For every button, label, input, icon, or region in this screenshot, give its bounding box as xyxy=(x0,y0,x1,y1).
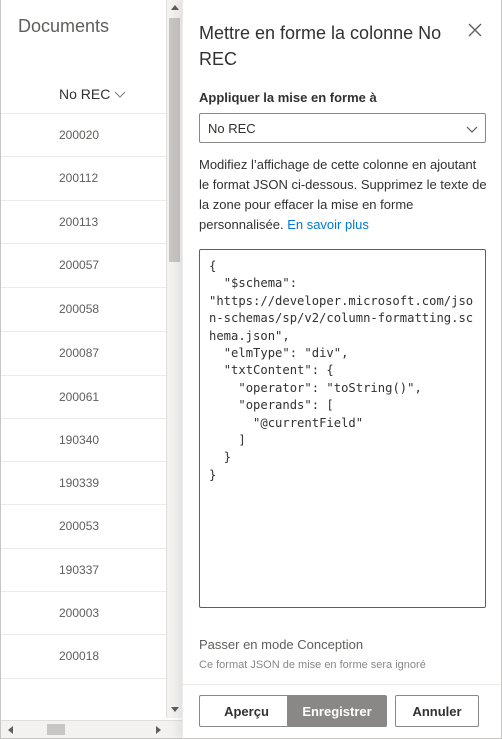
row-no-rec-value: 200020 xyxy=(59,128,100,142)
list-row[interactable]: 200113 xyxy=(1,201,166,244)
apply-format-dropdown[interactable]: No REC xyxy=(199,113,486,143)
apply-format-label: Appliquer la mise en forme à xyxy=(199,90,377,105)
row-no-rec-value: 200057 xyxy=(59,258,100,272)
list-row[interactable]: 200057 xyxy=(1,244,166,288)
format-description: Modifiez l’affichage de cette colonne en… xyxy=(199,155,489,235)
list-rows: 200020 200112 200113 200057 200058 200087 2000… xyxy=(1,114,166,679)
scroll-down-arrow-icon[interactable] xyxy=(171,707,179,712)
row-no-rec-value: 200087 xyxy=(59,346,100,360)
list-row[interactable]: 200061 xyxy=(1,376,166,419)
learn-more-link[interactable]: En savoir plus xyxy=(287,217,369,232)
horizontal-scrollbar[interactable] xyxy=(1,720,182,738)
preview-button[interactable]: Aperçu xyxy=(199,695,294,727)
list-row[interactable]: 190339 xyxy=(1,462,166,505)
row-no-rec-value: 200018 xyxy=(59,649,100,663)
footer-divider xyxy=(183,684,501,685)
format-column-panel: Mettre en forme la colonne No REC Appliq… xyxy=(182,0,502,739)
vertical-scroll-thumb[interactable] xyxy=(169,18,180,262)
switch-to-design-mode-link[interactable]: Passer en mode Conception xyxy=(199,637,363,652)
list-row[interactable]: 200087 xyxy=(1,332,166,376)
list-row[interactable]: 200020 xyxy=(1,114,166,157)
list-row[interactable]: 200018 xyxy=(1,635,166,679)
document-list-pane: Documents No REC 200020 200112 200113 20005… xyxy=(0,0,182,739)
list-row[interactable]: 190337 xyxy=(1,549,166,592)
chevron-down-icon[interactable] xyxy=(113,87,127,101)
scroll-left-arrow-icon[interactable] xyxy=(8,726,13,734)
row-no-rec-value: 200113 xyxy=(59,215,99,229)
row-no-rec-value: 190339 xyxy=(59,476,100,490)
list-row[interactable]: 200053 xyxy=(1,505,166,549)
close-icon[interactable] xyxy=(465,20,485,40)
scroll-right-arrow-icon[interactable] xyxy=(156,726,161,734)
scroll-up-arrow-icon[interactable] xyxy=(171,5,179,10)
chevron-down-icon xyxy=(466,126,478,133)
column-header-no-rec[interactable]: No REC xyxy=(1,74,166,114)
panel-title: Mettre en forme la colonne No REC xyxy=(199,23,442,69)
row-no-rec-value: 190337 xyxy=(59,563,100,577)
library-title: Documents xyxy=(18,16,110,36)
json-editor[interactable]: { "$schema": "https://developer.microsof… xyxy=(199,249,486,608)
row-no-rec-value: 200058 xyxy=(59,302,100,316)
row-no-rec-value: 200061 xyxy=(59,390,100,404)
dropdown-selected-value: No REC xyxy=(208,121,256,136)
row-no-rec-value: 200003 xyxy=(59,606,100,620)
list-row[interactable]: 200112 xyxy=(1,157,166,201)
row-no-rec-value: 200053 xyxy=(59,519,100,533)
save-button[interactable]: Enregistrer xyxy=(287,695,387,727)
column-header-label: No REC xyxy=(59,86,111,102)
list-row[interactable]: 200058 xyxy=(1,288,166,332)
row-no-rec-value: 200112 xyxy=(59,171,99,185)
json-editor-content[interactable]: { "$schema": "https://developer.microsof… xyxy=(209,258,476,484)
json-ignored-note: Ce format JSON de mise en forme sera ign… xyxy=(199,659,426,671)
list-row[interactable]: 190340 xyxy=(1,419,166,462)
cancel-button[interactable]: Annuler xyxy=(395,695,479,727)
row-no-rec-value: 190340 xyxy=(59,433,100,447)
list-row[interactable]: 200003 xyxy=(1,592,166,635)
horizontal-scroll-thumb[interactable] xyxy=(47,724,65,735)
vertical-scrollbar[interactable] xyxy=(166,0,182,718)
